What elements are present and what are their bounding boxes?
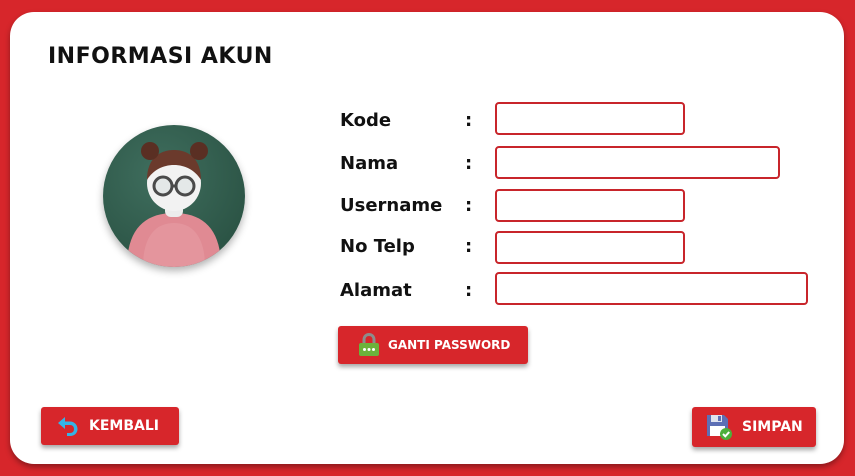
user-avatar-icon bbox=[103, 125, 245, 267]
no-telp-input[interactable] bbox=[495, 231, 685, 264]
undo-arrow-icon bbox=[57, 416, 79, 436]
alamat-input[interactable] bbox=[495, 272, 808, 305]
colon-alamat: : bbox=[465, 280, 473, 301]
change-password-label: GANTI PASSWORD bbox=[388, 338, 511, 352]
nama-input[interactable] bbox=[495, 146, 780, 179]
change-password-button[interactable]: GANTI PASSWORD bbox=[338, 326, 528, 364]
label-kode: Kode bbox=[340, 110, 392, 131]
colon-kode: : bbox=[465, 110, 473, 131]
label-alamat: Alamat bbox=[340, 280, 412, 301]
colon-no-telp: : bbox=[465, 236, 473, 257]
username-input[interactable] bbox=[495, 189, 685, 222]
account-info-card: INFORMASI AKUN Kode : Nama : Username : bbox=[10, 12, 844, 464]
save-button[interactable]: SIMPAN bbox=[692, 407, 816, 447]
back-label: KEMBALI bbox=[89, 418, 159, 434]
lock-icon bbox=[358, 333, 380, 357]
colon-username: : bbox=[465, 195, 473, 216]
page-title: INFORMASI AKUN bbox=[48, 44, 273, 69]
label-no-telp: No Telp bbox=[340, 236, 415, 257]
floppy-disk-icon bbox=[706, 414, 732, 440]
back-button[interactable]: KEMBALI bbox=[41, 407, 179, 445]
colon-nama: : bbox=[465, 153, 473, 174]
kode-input[interactable] bbox=[495, 102, 685, 135]
label-username: Username bbox=[340, 195, 443, 216]
save-label: SIMPAN bbox=[742, 419, 803, 435]
label-nama: Nama bbox=[340, 153, 399, 174]
